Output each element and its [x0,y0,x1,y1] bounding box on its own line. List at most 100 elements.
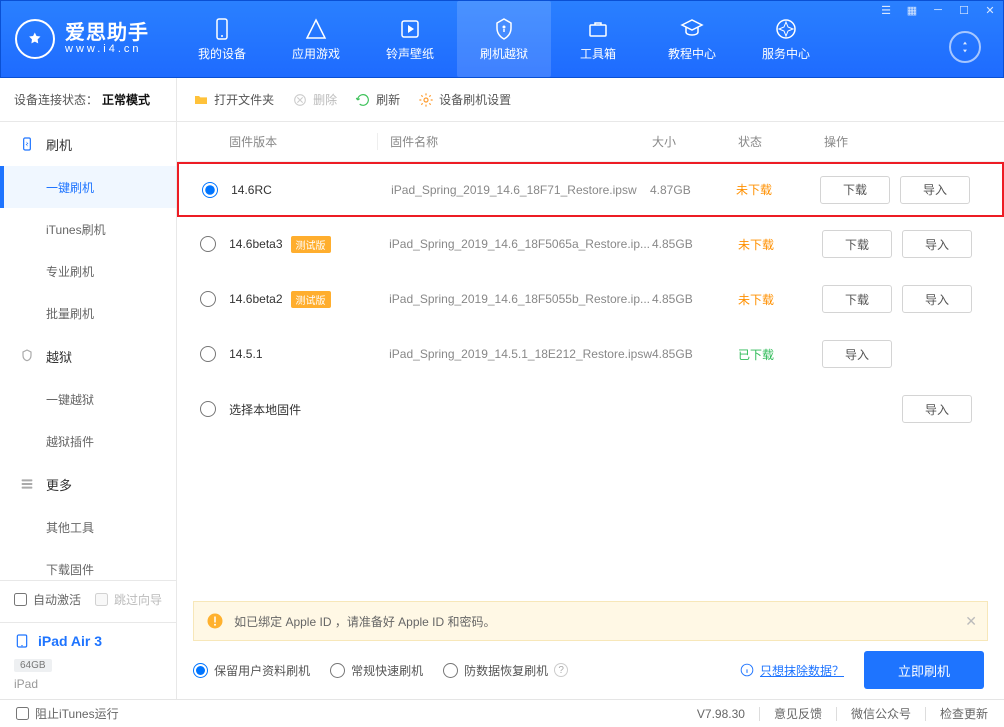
sidebar-item-batch-flash[interactable]: 批量刷机 [0,292,176,334]
firmware-filename: iPad_Spring_2019_14.6_18F71_Restore.ipsw [379,183,650,197]
firmware-size: 4.87GB [650,183,736,197]
firmware-radio[interactable] [200,236,216,252]
device-name-label: iPad Air 3 [38,633,102,649]
help-icon[interactable]: ? [554,663,568,677]
window-controls: ☰ ▦ ─ ☐ ✕ [873,1,1003,19]
delete-button[interactable]: 删除 [292,91,337,108]
refresh-button[interactable]: 刷新 [355,91,400,108]
info-icon [740,663,754,677]
firmware-row[interactable]: 14.6beta2测试版 iPad_Spring_2019_14.6_18F50… [177,272,1004,327]
device-info: iPad Air 3 64GB iPad [0,622,176,699]
tab-tutorial[interactable]: 教程中心 [645,1,739,77]
open-folder-button[interactable]: 打开文件夹 [193,91,274,108]
start-flash-button[interactable]: 立即刷机 [864,651,984,689]
delete-icon [292,92,308,108]
more-icon [18,475,36,493]
top-nav: 我的设备 应用游戏 铃声壁纸 刷机越狱 工具箱 教程中心 服务中心 [175,1,833,77]
option-keep-data[interactable]: 保留用户资料刷机 [193,662,310,679]
col-version: 固件版本 [223,133,377,150]
local-firmware-row[interactable]: 选择本地固件 导入 [177,382,1004,437]
tab-my-device[interactable]: 我的设备 [175,1,269,77]
tab-apps[interactable]: 应用游戏 [269,1,363,77]
option-recover[interactable]: 防数据恢复刷机? [443,662,568,679]
minimize-icon[interactable]: ─ [925,1,951,19]
beta-tag: 测试版 [291,236,331,253]
download-button[interactable]: 下载 [822,285,892,313]
sidebar-item-other-tools[interactable]: 其他工具 [0,506,176,548]
sidebar-item-pro-flash[interactable]: 专业刷机 [0,250,176,292]
firmware-status: 已下载 [738,346,822,363]
gear-icon [418,92,434,108]
tablet-icon [14,633,30,649]
firmware-row[interactable]: 14.5.1 iPad_Spring_2019_14.5.1_18E212_Re… [177,327,1004,382]
firmware-row[interactable]: 14.6RC iPad_Spring_2019_14.6_18F71_Resto… [177,162,1004,217]
sidebar-item-one-click-jailbreak[interactable]: 一键越狱 [0,378,176,420]
import-button[interactable]: 导入 [822,340,892,368]
firmware-version: 14.6beta2测试版 [223,291,377,308]
app-header: 爱思助手 www.i4.cn 我的设备 应用游戏 铃声壁纸 刷机越狱 工具箱 教… [0,0,1004,78]
firmware-radio[interactable] [200,401,216,417]
device-storage-tag: 64GB [14,659,52,672]
firmware-row[interactable]: 14.6beta3测试版 iPad_Spring_2019_14.6_18F50… [177,217,1004,272]
folder-icon [193,92,209,108]
download-button[interactable]: 下载 [822,230,892,258]
menu-icon[interactable]: ☰ [873,1,899,19]
firmware-radio[interactable] [202,182,218,198]
option-normal[interactable]: 常规快速刷机 [330,662,423,679]
refresh-icon [355,92,371,108]
sidebar-item-jailbreak-plugins[interactable]: 越狱插件 [0,420,176,462]
import-button[interactable]: 导入 [902,230,972,258]
firmware-version: 14.6beta3测试版 [223,236,377,253]
check-update-link[interactable]: 检查更新 [940,705,988,722]
firmware-size: 4.85GB [652,292,738,306]
firmware-filename: iPad_Spring_2019_14.6_18F5065a_Restore.i… [377,237,652,251]
warning-icon [206,612,224,630]
device-type-label: iPad [14,677,162,691]
sidebar: 设备连接状态： 正常模式 刷机 一键刷机 iTunes刷机 专业刷机 批量刷机 … [0,78,177,699]
tab-ringtones[interactable]: 铃声壁纸 [363,1,457,77]
import-button[interactable]: 导入 [902,285,972,313]
firmware-filename: iPad_Spring_2019_14.5.1_18E212_Restore.i… [377,347,652,361]
firmware-size: 4.85GB [652,237,738,251]
tab-toolbox[interactable]: 工具箱 [551,1,645,77]
feedback-link[interactable]: 意见反馈 [774,705,822,722]
download-button[interactable]: 下载 [820,176,890,204]
firmware-status: 未下载 [736,181,820,198]
import-button[interactable]: 导入 [900,176,970,204]
app-version: V7.98.30 [697,707,745,721]
sidebar-head-flash[interactable]: 刷机 [0,122,176,166]
sidebar-item-one-click-flash[interactable]: 一键刷机 [0,166,176,208]
local-firmware-label: 选择本地固件 [223,401,822,418]
maximize-icon[interactable]: ☐ [951,1,977,19]
content-panel: 打开文件夹 删除 刷新 设备刷机设置 固件版本 固件名称 大小 状态 操作 [177,78,1004,699]
firmware-rows: 14.6RC iPad_Spring_2019_14.6_18F71_Resto… [177,162,1004,595]
column-headers: 固件版本 固件名称 大小 状态 操作 [177,122,1004,162]
sidebar-head-more[interactable]: 更多 [0,462,176,506]
import-button[interactable]: 导入 [902,395,972,423]
close-icon[interactable]: ✕ [977,1,1003,19]
firmware-size: 4.85GB [652,347,738,361]
toolbar: 打开文件夹 删除 刷新 设备刷机设置 [177,78,1004,122]
firmware-radio[interactable] [200,291,216,307]
sync-button[interactable] [949,31,981,63]
sidebar-item-download-firmware[interactable]: 下载固件 [0,548,176,580]
tab-flash[interactable]: 刷机越狱 [457,1,551,77]
auto-activate-checkbox[interactable]: 自动激活 跳过向导 [14,591,162,608]
firmware-status: 未下载 [738,291,822,308]
settings-button[interactable]: 设备刷机设置 [418,91,511,108]
sidebar-head-jailbreak[interactable]: 越狱 [0,334,176,378]
erase-data-link[interactable]: 只想抹除数据？ [760,662,844,679]
grid-icon[interactable]: ▦ [899,1,925,19]
app-title: 爱思助手 [65,23,149,43]
tab-service[interactable]: 服务中心 [739,1,833,77]
col-status: 状态 [738,133,822,150]
banner-close-icon[interactable]: ✕ [965,613,977,630]
col-ops: 操作 [822,133,988,150]
block-itunes-checkbox[interactable]: 阻止iTunes运行 [16,705,119,722]
wechat-link[interactable]: 微信公众号 [851,705,911,722]
col-name: 固件名称 [377,133,652,150]
firmware-radio[interactable] [200,346,216,362]
footer: 阻止iTunes运行 V7.98.30 意见反馈 微信公众号 检查更新 [0,699,1004,727]
sidebar-item-itunes-flash[interactable]: iTunes刷机 [0,208,176,250]
skip-wizard-checkbox[interactable]: 跳过向导 [95,591,162,608]
